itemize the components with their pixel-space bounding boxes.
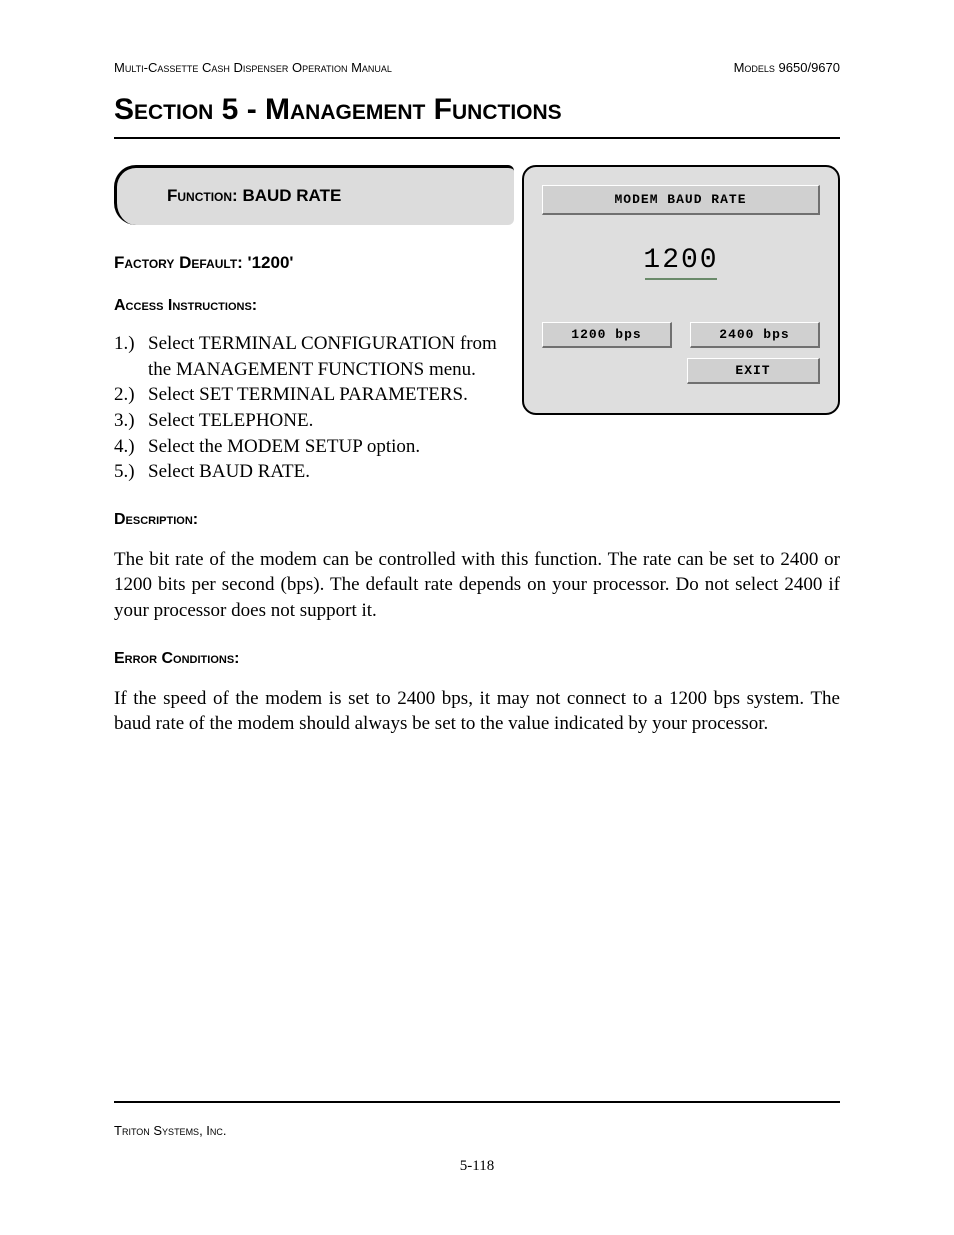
terminal-title: MODEM BAUD RATE [542,185,820,215]
description-label: Description: [114,511,840,529]
header-right: Models 9650/9670 [734,60,840,75]
list-item: 1.)Select TERMINAL CONFIGURATION from th… [114,331,524,382]
error-conditions-label: Error Conditions: [114,650,840,668]
list-item: 3.)Select TELEPHONE. [114,408,524,434]
terminal-buttons: 1200 bps 2400 bps [542,322,820,348]
baud-2400-button[interactable]: 2400 bps [690,322,820,348]
page-number: 5-118 [114,1158,840,1175]
terminal-current-value: 1200 [542,245,820,280]
footer-company: Triton Systems, Inc. [114,1123,227,1138]
section-title: Section 5 - Management Functions [114,93,840,127]
function-label: Function: [167,186,238,205]
function-value: BAUD RATE [242,186,341,205]
list-item: 4.)Select the MODEM SETUP option. [114,434,524,460]
baud-1200-button[interactable]: 1200 bps [542,322,672,348]
title-rule [114,137,840,139]
footer-rule [114,1101,840,1103]
description-text: The bit rate of the modem can be control… [114,547,840,624]
page: Multi-Cassette Cash Dispenser Operation … [0,0,954,1235]
function-box: Function: BAUD RATE [114,165,514,225]
list-item: 2.)Select SET TERMINAL PARAMETERS. [114,382,524,408]
access-steps: 1.)Select TERMINAL CONFIGURATION from th… [114,331,524,485]
list-item: 5.)Select BAUD RATE. [114,459,524,485]
terminal-screenshot: MODEM BAUD RATE 1200 1200 bps 2400 bps E… [522,165,840,415]
header-left: Multi-Cassette Cash Dispenser Operation … [114,60,392,75]
error-conditions-text: If the speed of the modem is set to 2400… [114,686,840,737]
exit-button[interactable]: EXIT [687,358,820,384]
page-footer: Triton Systems, Inc. 5-118 [114,1093,840,1175]
terminal-exit-row: EXIT [542,358,820,384]
body-area: Function: BAUD RATE MODEM BAUD RATE 1200… [114,165,840,737]
page-header: Multi-Cassette Cash Dispenser Operation … [114,60,840,75]
